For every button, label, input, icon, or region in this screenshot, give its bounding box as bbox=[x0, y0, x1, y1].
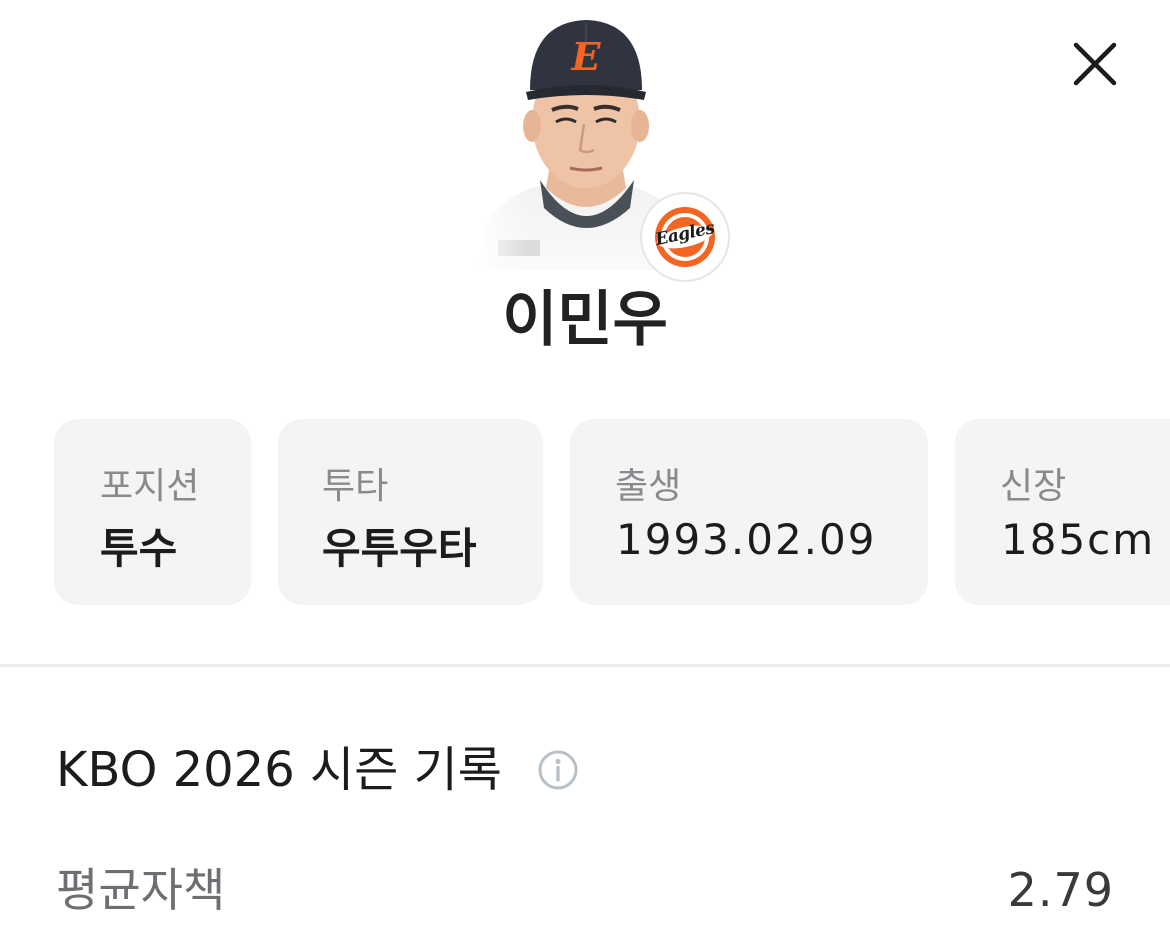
close-icon bbox=[1073, 42, 1117, 86]
info-label: 투타 bbox=[322, 466, 389, 507]
info-label: 포지션 bbox=[100, 466, 200, 507]
player-name: 이민우 bbox=[502, 285, 668, 355]
info-value: 투수 bbox=[100, 524, 178, 573]
season-title: KBO 2026 시즌 기록 bbox=[56, 742, 502, 798]
info-card-bats-throws: 투타 우투우타 bbox=[278, 419, 543, 605]
stat-label-era: 평균자책 bbox=[56, 863, 226, 917]
close-button[interactable] bbox=[1064, 33, 1126, 95]
section-divider bbox=[0, 664, 1170, 667]
info-card-position: 포지션 투수 bbox=[54, 419, 251, 605]
info-value: 우투우타 bbox=[322, 524, 477, 573]
info-label: 신장 bbox=[1000, 466, 1067, 507]
info-icon[interactable] bbox=[537, 749, 579, 791]
info-value: 1993.02.09 bbox=[616, 515, 877, 564]
info-value: 185cm bbox=[1001, 515, 1156, 564]
stat-value-era: 2.79 bbox=[1007, 863, 1114, 917]
info-card-height: 신장 185cm bbox=[955, 419, 1170, 605]
team-logo-badge: Eagles bbox=[642, 194, 728, 280]
info-card-birth: 출생 1993.02.09 bbox=[570, 419, 928, 605]
info-label: 출생 bbox=[615, 466, 682, 507]
